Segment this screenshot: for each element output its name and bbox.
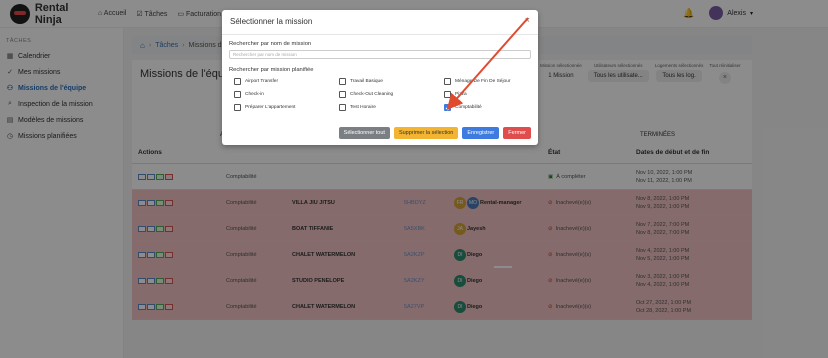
annotation-arrow [446,17,529,110]
